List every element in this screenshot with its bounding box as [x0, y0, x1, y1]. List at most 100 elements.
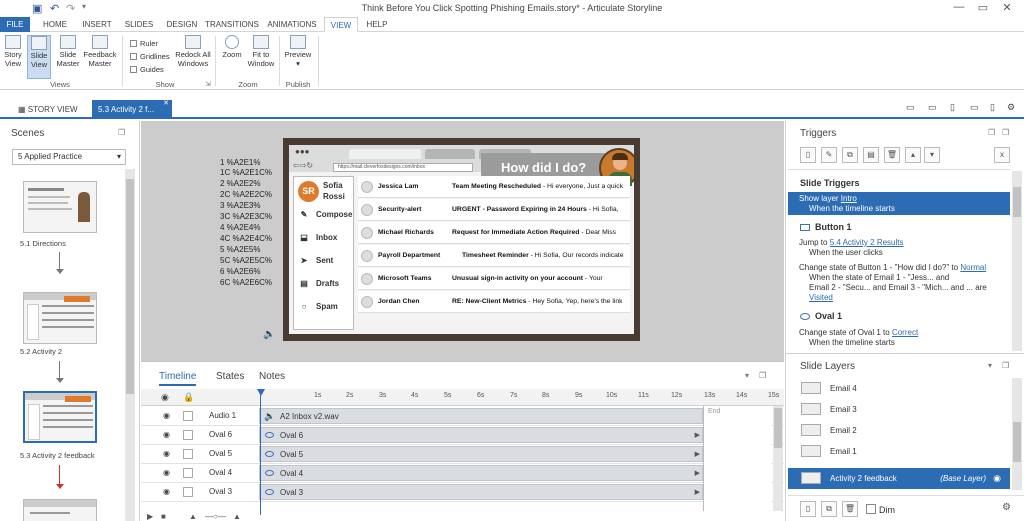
tab-home[interactable]: HOME: [36, 17, 74, 32]
feedback-master-button[interactable]: Feedback Master: [83, 35, 117, 79]
object-timeline-bar[interactable]: Oval 5 ▶: [259, 446, 703, 462]
zoom-button[interactable]: Zoom: [219, 35, 245, 79]
gridlines-checkbox[interactable]: Gridlines: [130, 52, 170, 61]
object-timeline-bar[interactable]: Oval 6 ▶: [259, 427, 703, 443]
tab-animations[interactable]: ANIMATIONS: [264, 17, 320, 32]
timeline-row[interactable]: ◉ Oval 4 Oval 4 ▶: [141, 464, 784, 483]
timeline-ruler[interactable]: ◉ 🔒 1s 2s 3s 4s 5s 6s 7s 8s 9s 10s 11s 1…: [141, 389, 784, 406]
stop-icon[interactable]: ■: [161, 512, 166, 521]
lock-toggle[interactable]: [183, 487, 193, 497]
lock-toggle[interactable]: [183, 411, 193, 421]
object-timeline-bar[interactable]: Oval 3 ▶: [259, 484, 703, 500]
nav-spam[interactable]: ○ Spam: [298, 302, 354, 311]
phone-portrait-icon[interactable]: ▯: [990, 102, 995, 113]
timeline-row[interactable]: ◉ Oval 6 Oval 6 ▶: [141, 426, 784, 445]
paste-trigger-button[interactable]: ▤: [863, 147, 879, 163]
scene-select[interactable]: 5 Applied Practice ▾: [12, 149, 126, 165]
triggers-scrollbar[interactable]: [1012, 171, 1022, 351]
panel-restore-icon[interactable]: ❐: [118, 128, 125, 137]
tab-view[interactable]: VIEW: [324, 17, 358, 32]
restore-button[interactable]: ▭: [972, 1, 994, 14]
new-trigger-button[interactable]: ▯: [800, 147, 816, 163]
eye-icon[interactable]: ◉: [163, 469, 172, 477]
email-row[interactable]: Microsoft Teams Unusual sign-in activity…: [358, 268, 630, 290]
timeline-row[interactable]: ◉ Oval 3 Oval 3 ▶: [141, 483, 784, 502]
email-row[interactable]: Michael Richards Request for Immediate A…: [358, 222, 630, 244]
close-button[interactable]: ✕: [996, 1, 1018, 14]
delete-layer-button[interactable]: 🗑: [842, 501, 858, 517]
lock-toggle[interactable]: [183, 468, 193, 478]
eye-icon[interactable]: ◉: [163, 450, 172, 458]
ruler-checkbox[interactable]: Ruler: [130, 39, 158, 48]
new-layer-button[interactable]: ▯: [800, 501, 816, 517]
trigger-change-state-button[interactable]: Change state of Button 1 - "How did I do…: [799, 263, 1009, 303]
desktop-preview-icon[interactable]: ▭: [906, 102, 915, 113]
nav-drafts[interactable]: ▤ Drafts: [298, 279, 354, 288]
variables-button[interactable]: x: [994, 147, 1010, 163]
timeline-row[interactable]: ◉ Oval 5 Oval 5 ▶: [141, 445, 784, 464]
edit-trigger-button[interactable]: ✎: [821, 147, 837, 163]
gear-icon[interactable]: ⚙: [1007, 102, 1015, 113]
timeline-scrollbar[interactable]: [773, 406, 783, 511]
eye-icon[interactable]: ◉: [163, 412, 172, 420]
story-view-button[interactable]: Story View: [2, 35, 24, 79]
layers-scrollbar[interactable]: [1012, 378, 1022, 490]
eye-icon[interactable]: ◉: [161, 392, 169, 403]
tab-slides[interactable]: SLIDES: [120, 17, 158, 32]
slide-master-button[interactable]: Slide Master: [55, 35, 81, 79]
email-row[interactable]: Jordan Chen RE: New-Client Metrics - Hey…: [358, 291, 630, 313]
fit-to-window-button[interactable]: Fit to Window: [246, 35, 276, 79]
layer-email-2[interactable]: Email 2: [788, 420, 1010, 441]
panel-restore-icon[interactable]: ❐: [759, 371, 766, 380]
timeline-row[interactable]: ◉ Audio 1 🔈 A2 Inbox v2.wav: [141, 407, 784, 426]
layer-email-3[interactable]: Email 3: [788, 399, 1010, 420]
guides-checkbox[interactable]: Guides: [130, 65, 164, 74]
move-up-button[interactable]: ▴: [905, 147, 921, 163]
trigger-jump-to[interactable]: Jump to 5.4 Activity 2 Results When the …: [799, 238, 1009, 258]
nav-sent[interactable]: ➤ Sent: [298, 256, 354, 265]
gear-icon[interactable]: ⚙: [1002, 502, 1011, 513]
email-row[interactable]: Jessica Lam Team Meeting Rescheduled - H…: [358, 176, 630, 198]
play-icon[interactable]: ▶: [147, 512, 153, 521]
dim-checkbox[interactable]: Dim: [866, 504, 895, 515]
minimize-button[interactable]: —: [948, 1, 970, 13]
layer-email-4[interactable]: Email 4: [788, 378, 1010, 399]
preview-button[interactable]: Preview ▾: [283, 35, 313, 79]
tab-help[interactable]: HELP: [362, 17, 392, 32]
tablet-landscape-icon[interactable]: ▭: [928, 102, 937, 113]
slide-thumb-5-3[interactable]: [23, 391, 97, 443]
panel-restore-icon[interactable]: ❐: [988, 128, 995, 137]
tab-timeline[interactable]: Timeline: [159, 371, 197, 386]
close-tab-icon[interactable]: ✕: [163, 94, 169, 113]
zoom-slider[interactable]: —○—: [205, 512, 226, 521]
zoom-in-icon[interactable]: ▲: [233, 512, 241, 521]
tab-file[interactable]: FILE: [0, 17, 30, 32]
story-view-tab[interactable]: ▦ STORY VIEW: [12, 100, 88, 119]
dialog-launcher-icon[interactable]: ⇲: [205, 80, 211, 88]
lock-toggle[interactable]: [183, 449, 193, 459]
panel-maximize-icon[interactable]: ❐: [1002, 128, 1009, 137]
email-row[interactable]: Security-alert URGENT - Password Expirin…: [358, 199, 630, 221]
lock-icon[interactable]: 🔒: [183, 392, 194, 403]
current-slide-tab[interactable]: 5.3 Activity 2 f... ✕: [92, 100, 172, 119]
speaker-icon[interactable]: 🔈: [263, 329, 275, 340]
trigger-change-state-oval[interactable]: Change state of Oval 1 to Correct When t…: [799, 328, 1009, 348]
lock-toggle[interactable]: [183, 430, 193, 440]
tab-notes[interactable]: Notes: [259, 371, 285, 382]
playhead[interactable]: [257, 389, 265, 396]
zoom-out-icon[interactable]: ▲: [189, 512, 197, 521]
move-down-button[interactable]: ▾: [924, 147, 940, 163]
eye-icon[interactable]: ◉: [163, 431, 172, 439]
duplicate-layer-button[interactable]: ⧉: [821, 501, 837, 517]
email-row[interactable]: Payroll Department Timesheet Reminder - …: [358, 245, 630, 267]
nav-inbox[interactable]: ⬓ Inbox: [298, 233, 354, 242]
slide-view-button[interactable]: Slide View: [27, 35, 51, 79]
eye-icon[interactable]: ◉: [993, 473, 1001, 484]
delete-trigger-button[interactable]: 🗑: [884, 147, 900, 163]
tab-states[interactable]: States: [216, 371, 244, 382]
redock-all-windows-button[interactable]: Redock All Windows: [174, 35, 212, 79]
layer-base[interactable]: Activity 2 feedback (Base Layer) ◉: [788, 468, 1010, 489]
trigger-show-layer[interactable]: Show layer Intro When the timeline start…: [788, 192, 1010, 215]
slide-canvas[interactable]: ●●● ⇦⇨↻ https://mail.cleverfoxdesigns.co…: [283, 138, 640, 341]
audio-timeline-bar[interactable]: 🔈 A2 Inbox v2.wav: [259, 408, 703, 424]
